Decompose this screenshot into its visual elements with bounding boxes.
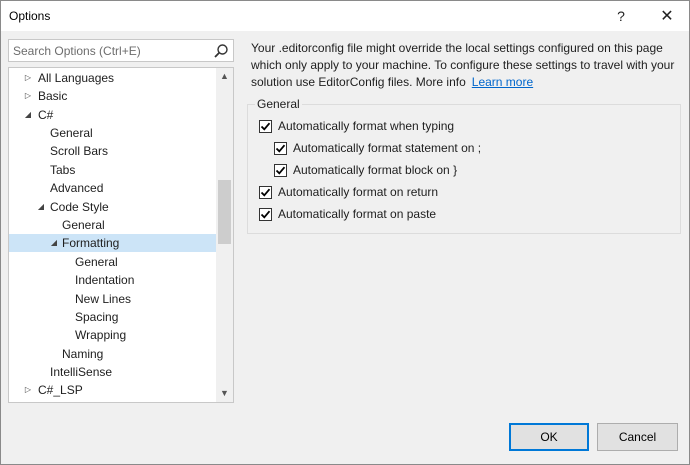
tree-item-label: General: [75, 255, 118, 269]
title-bar: Options ? ✕: [1, 1, 689, 31]
checkmark-icon: [260, 122, 271, 131]
tree-item-advanced[interactable]: Advanced: [9, 179, 216, 197]
tree-item-label: Advanced: [50, 181, 104, 195]
checkmark-icon: [260, 188, 271, 197]
tree-item-formatting[interactable]: ◢ Formatting: [9, 234, 216, 252]
tree-item-label: Scroll Bars: [50, 144, 109, 158]
checkbox-box[interactable]: [274, 163, 287, 177]
tree-item-new-lines[interactable]: New Lines: [9, 290, 216, 308]
tree-item-naming[interactable]: Naming: [9, 345, 216, 363]
cancel-button[interactable]: Cancel: [597, 423, 678, 451]
tree-item-label: Formatting: [62, 236, 120, 250]
window-title: Options: [9, 9, 51, 23]
checkbox-box[interactable]: [259, 119, 272, 133]
tree-item-label: Wrapping: [75, 328, 127, 342]
search-input[interactable]: [9, 40, 209, 61]
format-on-paste-checkbox[interactable]: Automatically format on paste: [259, 206, 436, 222]
options-tree: ▷ All Languages ▷ Basic ◢ C# General Scr…: [8, 67, 234, 403]
checkmark-icon: [275, 166, 286, 175]
search-icon[interactable]: [213, 43, 229, 59]
tree-item-indentation[interactable]: Indentation: [9, 271, 216, 289]
expand-arrow-icon[interactable]: ▷: [23, 381, 33, 399]
options-dialog: Options ? ✕ ▷ All Languages ▷ Basic ◢ C#…: [0, 0, 690, 465]
learn-more-link[interactable]: Learn more: [472, 75, 533, 89]
close-button[interactable]: ✕: [644, 1, 690, 31]
editorconfig-info: Your .editorconfig file might override t…: [251, 40, 681, 91]
checkbox-box[interactable]: [274, 141, 287, 155]
tree-item-csharp-general[interactable]: General: [9, 124, 216, 142]
tree-item-label: Tabs: [50, 163, 76, 177]
tree-item-intellisense[interactable]: IntelliSense: [9, 363, 216, 381]
tree-item-scroll-bars[interactable]: Scroll Bars: [9, 142, 216, 160]
tree-item-tabs[interactable]: Tabs: [9, 161, 216, 179]
tree-item-label: New Lines: [75, 292, 132, 306]
general-group-title: General: [255, 97, 302, 111]
checkmark-icon: [260, 210, 271, 219]
tree-item-wrapping[interactable]: Wrapping: [9, 326, 216, 344]
tree-item-all-languages[interactable]: ▷ All Languages: [9, 69, 216, 87]
info-text: Your .editorconfig file might override t…: [251, 41, 675, 89]
tree-item-label: Basic: [38, 89, 68, 103]
checkbox-label: Automatically format block on }: [293, 163, 458, 177]
scrollbar-thumb[interactable]: [218, 180, 231, 244]
checkmark-icon: [275, 144, 286, 153]
ok-button[interactable]: OK: [509, 423, 589, 451]
format-block-checkbox[interactable]: Automatically format block on }: [274, 162, 457, 178]
scroll-down-icon[interactable]: ▼: [216, 385, 233, 402]
tree-item-label: IntelliSense: [50, 365, 113, 379]
tree-item-label: All Languages: [38, 71, 115, 85]
tree-item-code-style[interactable]: ◢ Code Style: [9, 198, 216, 216]
help-button[interactable]: ?: [598, 1, 644, 31]
checkbox-box[interactable]: [259, 185, 272, 199]
tree-item-label: General: [62, 218, 105, 232]
checkbox-label: Automatically format on return: [278, 185, 439, 199]
tree-item-label: Naming: [62, 347, 104, 361]
search-box: [8, 39, 234, 62]
tree-item-label: Indentation: [75, 273, 135, 287]
tree-item-code-style-general[interactable]: General: [9, 216, 216, 234]
collapse-arrow-icon[interactable]: ◢: [23, 106, 33, 124]
tree-item-label: Code Style: [50, 200, 109, 214]
checkbox-box[interactable]: [259, 207, 272, 221]
checkbox-label: Automatically format on paste: [278, 207, 437, 221]
tree-item-csharp-lsp[interactable]: ▷ C#_LSP: [9, 381, 216, 399]
tree-item-label: Spacing: [75, 310, 119, 324]
format-when-typing-checkbox[interactable]: Automatically format when typing: [259, 118, 454, 134]
tree-scrollbar[interactable]: ▲ ▼: [216, 68, 233, 402]
tree-item-spacing[interactable]: Spacing: [9, 308, 216, 326]
checkbox-label: Automatically format when typing: [278, 119, 455, 133]
tree-item-formatting-general[interactable]: General: [9, 253, 216, 271]
format-statement-checkbox[interactable]: Automatically format statement on ;: [274, 140, 481, 156]
tree-item-label: C#_LSP: [38, 383, 83, 397]
tree-item-label: C#: [38, 108, 54, 122]
collapse-arrow-icon[interactable]: ◢: [36, 198, 46, 216]
collapse-arrow-icon[interactable]: ◢: [49, 234, 59, 252]
format-on-return-checkbox[interactable]: Automatically format on return: [259, 184, 438, 200]
scroll-up-icon[interactable]: ▲: [216, 68, 233, 85]
tree-item-csharp[interactable]: ◢ C#: [9, 106, 216, 124]
tree-item-label: General: [50, 126, 93, 140]
tree-item-basic[interactable]: ▷ Basic: [9, 87, 216, 105]
expand-arrow-icon[interactable]: ▷: [23, 69, 33, 87]
checkbox-label: Automatically format statement on ;: [293, 141, 482, 155]
expand-arrow-icon[interactable]: ▷: [23, 87, 33, 105]
